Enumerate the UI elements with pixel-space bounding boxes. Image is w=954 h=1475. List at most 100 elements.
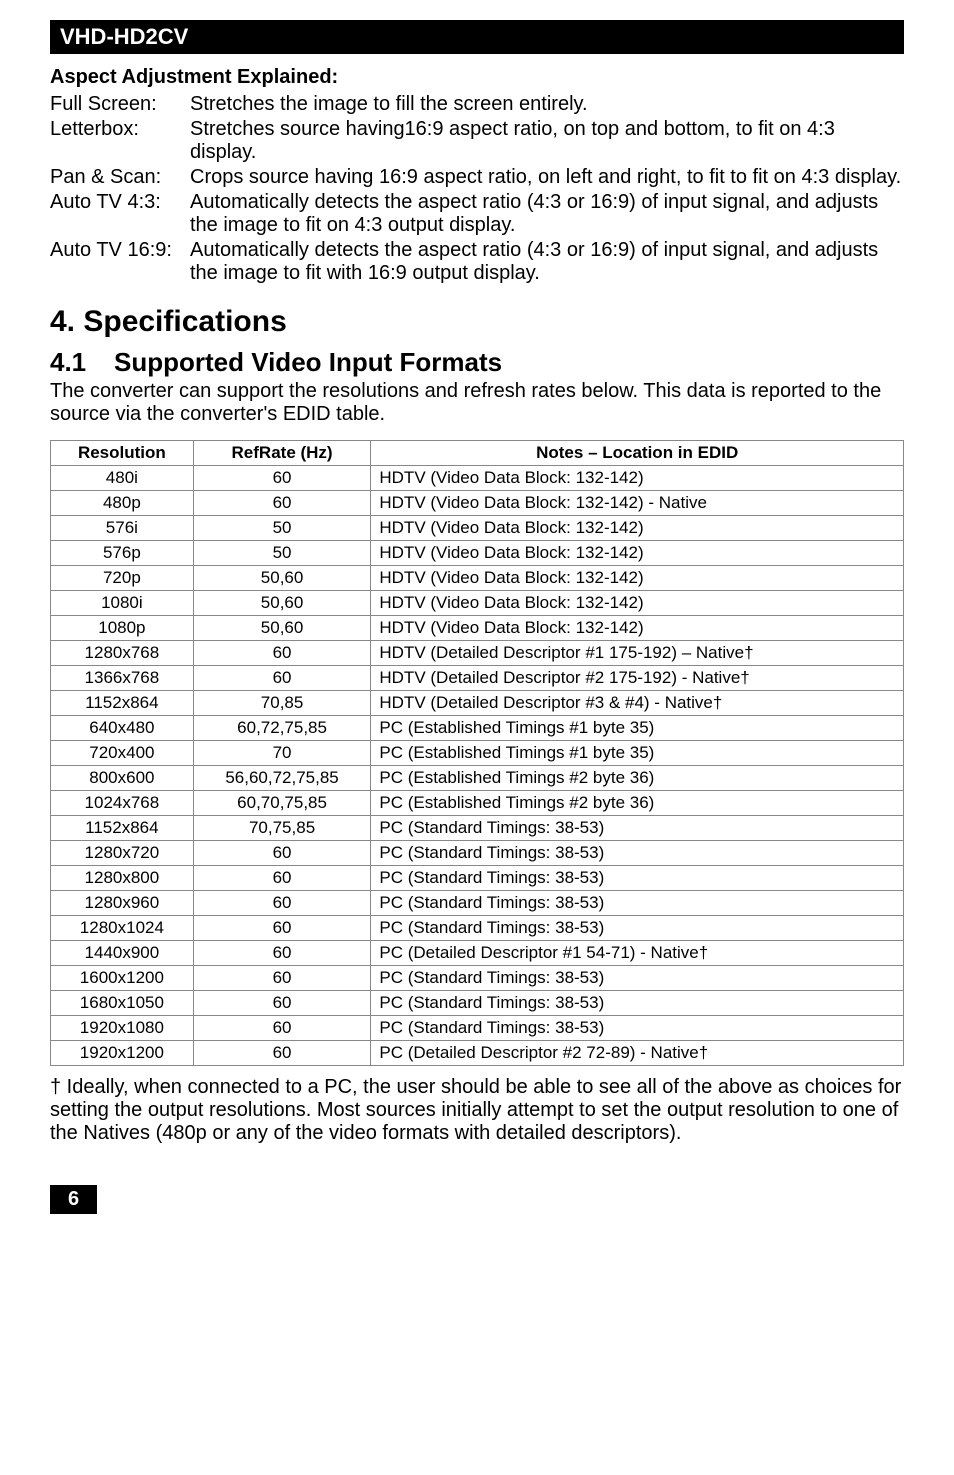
aspect-label: Pan & Scan:: [50, 166, 190, 189]
cell-resolution: 576p: [51, 541, 194, 566]
cell-notes: PC (Standard Timings: 38-53): [371, 841, 904, 866]
aspect-item: Auto TV 4:3: Automatically detects the a…: [50, 191, 904, 237]
cell-resolution: 480p: [51, 491, 194, 516]
cell-resolution: 1920x1080: [51, 1016, 194, 1041]
cell-resolution: 1152x864: [51, 816, 194, 841]
table-row: 1600x120060PC (Standard Timings: 38-53): [51, 966, 904, 991]
cell-notes: PC (Detailed Descriptor #1 54-71) - Nati…: [371, 941, 904, 966]
col-resolution: Resolution: [51, 441, 194, 466]
aspect-label: Full Screen:: [50, 93, 190, 116]
table-row: 1280x76860HDTV (Detailed Descriptor #1 1…: [51, 641, 904, 666]
table-header-row: Resolution RefRate (Hz) Notes – Location…: [51, 441, 904, 466]
aspect-item: Auto TV 16:9: Automatically detects the …: [50, 239, 904, 285]
cell-notes: HDTV (Video Data Block: 132-142): [371, 541, 904, 566]
cell-refrate: 60: [193, 891, 371, 916]
cell-refrate: 60: [193, 666, 371, 691]
table-row: 1280x80060PC (Standard Timings: 38-53): [51, 866, 904, 891]
aspect-label: Auto TV 4:3:: [50, 191, 190, 237]
cell-notes: PC (Standard Timings: 38-53): [371, 966, 904, 991]
cell-resolution: 480i: [51, 466, 194, 491]
aspect-label: Auto TV 16:9:: [50, 239, 190, 285]
table-row: 640x48060,72,75,85PC (Established Timing…: [51, 716, 904, 741]
cell-notes: PC (Established Timings #2 byte 36): [371, 766, 904, 791]
cell-refrate: 60: [193, 866, 371, 891]
cell-refrate: 60,72,75,85: [193, 716, 371, 741]
cell-refrate: 60: [193, 991, 371, 1016]
table-row: 1920x108060PC (Standard Timings: 38-53): [51, 1016, 904, 1041]
table-row: 1024x76860,70,75,85PC (Established Timin…: [51, 791, 904, 816]
cell-resolution: 1280x1024: [51, 916, 194, 941]
col-notes: Notes – Location in EDID: [371, 441, 904, 466]
cell-refrate: 70: [193, 741, 371, 766]
cell-notes: PC (Standard Timings: 38-53): [371, 991, 904, 1016]
aspect-item: Letterbox: Stretches source having16:9 a…: [50, 118, 904, 164]
cell-refrate: 50,60: [193, 616, 371, 641]
col-refrate: RefRate (Hz): [193, 441, 371, 466]
table-row: 480p60HDTV (Video Data Block: 132-142) -…: [51, 491, 904, 516]
cell-resolution: 1440x900: [51, 941, 194, 966]
cell-refrate: 60: [193, 1041, 371, 1066]
cell-refrate: 56,60,72,75,85: [193, 766, 371, 791]
aspect-item: Full Screen: Stretches the image to fill…: [50, 93, 904, 116]
cell-resolution: 1024x768: [51, 791, 194, 816]
cell-notes: PC (Standard Timings: 38-53): [371, 816, 904, 841]
cell-resolution: 1280x800: [51, 866, 194, 891]
aspect-desc: Stretches source having16:9 aspect ratio…: [190, 118, 904, 164]
section-title: 4. Specifications: [50, 305, 904, 339]
cell-refrate: 50: [193, 541, 371, 566]
cell-refrate: 60: [193, 966, 371, 991]
cell-notes: HDTV (Detailed Descriptor #3 & #4) - Nat…: [371, 691, 904, 716]
subsection-header: 4.1 Supported Video Input Formats: [50, 347, 904, 378]
product-title: VHD-HD2CV: [60, 24, 188, 49]
footnote: † Ideally, when connected to a PC, the u…: [50, 1076, 904, 1145]
cell-notes: PC (Established Timings #1 byte 35): [371, 741, 904, 766]
cell-refrate: 60: [193, 916, 371, 941]
cell-resolution: 640x480: [51, 716, 194, 741]
cell-refrate: 60: [193, 1016, 371, 1041]
subsection-intro: The converter can support the resolution…: [50, 380, 904, 426]
table-row: 480i60HDTV (Video Data Block: 132-142): [51, 466, 904, 491]
page-footer: 6: [50, 1185, 904, 1214]
cell-refrate: 70,75,85: [193, 816, 371, 841]
cell-notes: HDTV (Video Data Block: 132-142) - Nativ…: [371, 491, 904, 516]
cell-notes: HDTV (Video Data Block: 132-142): [371, 591, 904, 616]
cell-notes: HDTV (Video Data Block: 132-142): [371, 616, 904, 641]
table-row: 1280x102460PC (Standard Timings: 38-53): [51, 916, 904, 941]
cell-resolution: 1152x864: [51, 691, 194, 716]
cell-resolution: 1080i: [51, 591, 194, 616]
cell-refrate: 60,70,75,85: [193, 791, 371, 816]
cell-refrate: 60: [193, 941, 371, 966]
cell-notes: PC (Detailed Descriptor #2 72-89) - Nati…: [371, 1041, 904, 1066]
cell-notes: HDTV (Detailed Descriptor #2 175-192) - …: [371, 666, 904, 691]
cell-notes: PC (Established Timings #1 byte 35): [371, 716, 904, 741]
cell-resolution: 1920x1200: [51, 1041, 194, 1066]
cell-resolution: 576i: [51, 516, 194, 541]
cell-resolution: 720x400: [51, 741, 194, 766]
product-header: VHD-HD2CV: [50, 20, 904, 54]
table-row: 1680x105060PC (Standard Timings: 38-53): [51, 991, 904, 1016]
cell-resolution: 1280x720: [51, 841, 194, 866]
cell-notes: HDTV (Video Data Block: 132-142): [371, 516, 904, 541]
aspect-list: Full Screen: Stretches the image to fill…: [50, 93, 904, 285]
table-row: 1366x76860HDTV (Detailed Descriptor #2 1…: [51, 666, 904, 691]
cell-notes: HDTV (Video Data Block: 132-142): [371, 466, 904, 491]
table-row: 720x40070PC (Established Timings #1 byte…: [51, 741, 904, 766]
table-row: 800x60056,60,72,75,85PC (Established Tim…: [51, 766, 904, 791]
table-row: 1152x86470,85HDTV (Detailed Descriptor #…: [51, 691, 904, 716]
aspect-desc: Automatically detects the aspect ratio (…: [190, 239, 904, 285]
table-row: 1080i50,60HDTV (Video Data Block: 132-14…: [51, 591, 904, 616]
cell-refrate: 50,60: [193, 566, 371, 591]
subsection-number: 4.1: [50, 347, 114, 378]
cell-notes: HDTV (Detailed Descriptor #1 175-192) – …: [371, 641, 904, 666]
cell-notes: PC (Established Timings #2 byte 36): [371, 791, 904, 816]
table-row: 720p50,60HDTV (Video Data Block: 132-142…: [51, 566, 904, 591]
cell-notes: PC (Standard Timings: 38-53): [371, 916, 904, 941]
table-row: 1080p50,60HDTV (Video Data Block: 132-14…: [51, 616, 904, 641]
cell-resolution: 1600x1200: [51, 966, 194, 991]
cell-refrate: 60: [193, 466, 371, 491]
subsection-title: Supported Video Input Formats: [114, 347, 502, 378]
aspect-label: Letterbox:: [50, 118, 190, 164]
cell-resolution: 1280x768: [51, 641, 194, 666]
cell-resolution: 1680x1050: [51, 991, 194, 1016]
cell-resolution: 1280x960: [51, 891, 194, 916]
